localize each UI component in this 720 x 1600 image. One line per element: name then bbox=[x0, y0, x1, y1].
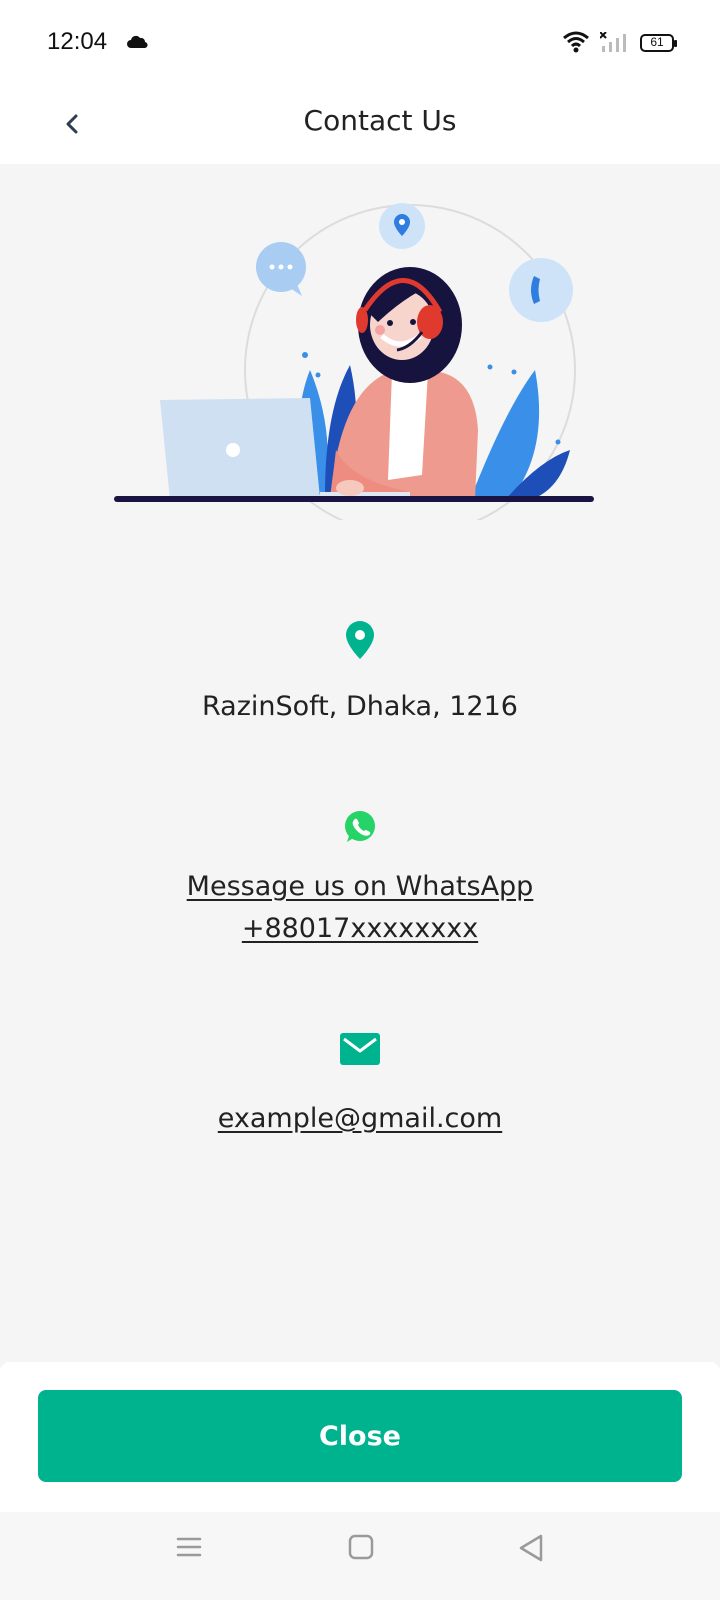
address-text: RazinSoft, Dhaka, 1216 bbox=[202, 691, 518, 722]
signal-icon bbox=[600, 32, 626, 52]
page-title: Contact Us bbox=[303, 104, 457, 137]
wifi-icon bbox=[563, 31, 589, 53]
location-pin-icon bbox=[346, 621, 374, 659]
battery-level: 61 bbox=[650, 35, 664, 49]
back-icon[interactable] bbox=[518, 1534, 544, 1562]
whatsapp-icon bbox=[345, 811, 375, 842]
system-nav-bar bbox=[0, 1512, 720, 1600]
status-bar: 12:04 61 bbox=[0, 0, 720, 84]
status-time: 12:04 bbox=[47, 28, 108, 55]
cloud-icon bbox=[127, 35, 148, 49]
whatsapp-item: Message us on WhatsApp +88017xxxxxxxx bbox=[0, 810, 720, 950]
mail-icon bbox=[340, 1033, 380, 1065]
address-item: RazinSoft, Dhaka, 1216 bbox=[0, 620, 720, 728]
footer-panel: Close bbox=[0, 1362, 720, 1512]
whatsapp-link-label[interactable]: Message us on WhatsApp bbox=[0, 866, 720, 908]
email-item: example@gmail.com bbox=[0, 1032, 720, 1140]
email-link[interactable]: example@gmail.com bbox=[0, 1098, 720, 1140]
menu-icon[interactable] bbox=[176, 1534, 202, 1560]
customer-support-illustration bbox=[114, 203, 594, 520]
close-button[interactable]: Close bbox=[38, 1390, 682, 1482]
app-header: Contact Us bbox=[0, 84, 720, 164]
home-icon[interactable] bbox=[348, 1534, 374, 1560]
whatsapp-phone-number[interactable]: +88017xxxxxxxx bbox=[0, 908, 720, 950]
whatsapp-link[interactable]: Message us on WhatsApp +88017xxxxxxxx bbox=[0, 866, 720, 950]
battery-icon: 61 bbox=[640, 34, 677, 52]
